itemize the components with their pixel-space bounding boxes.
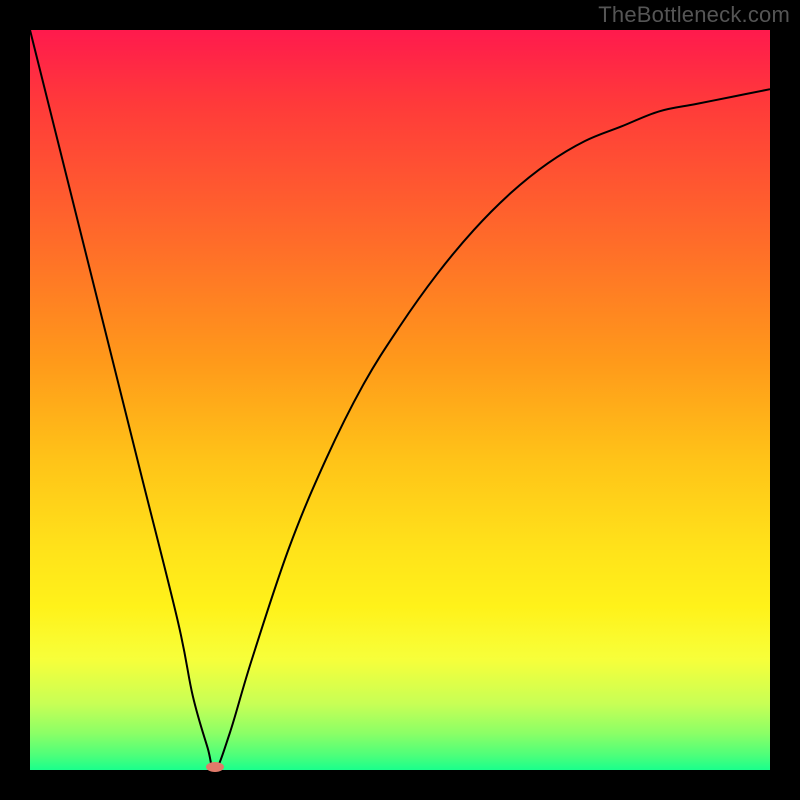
chart-frame: TheBottleneck.com bbox=[0, 0, 800, 800]
bottleneck-curve bbox=[30, 30, 770, 770]
curve-svg bbox=[30, 30, 770, 770]
watermark-text: TheBottleneck.com bbox=[598, 2, 790, 28]
plot-area bbox=[30, 30, 770, 770]
minimum-marker bbox=[206, 762, 224, 772]
